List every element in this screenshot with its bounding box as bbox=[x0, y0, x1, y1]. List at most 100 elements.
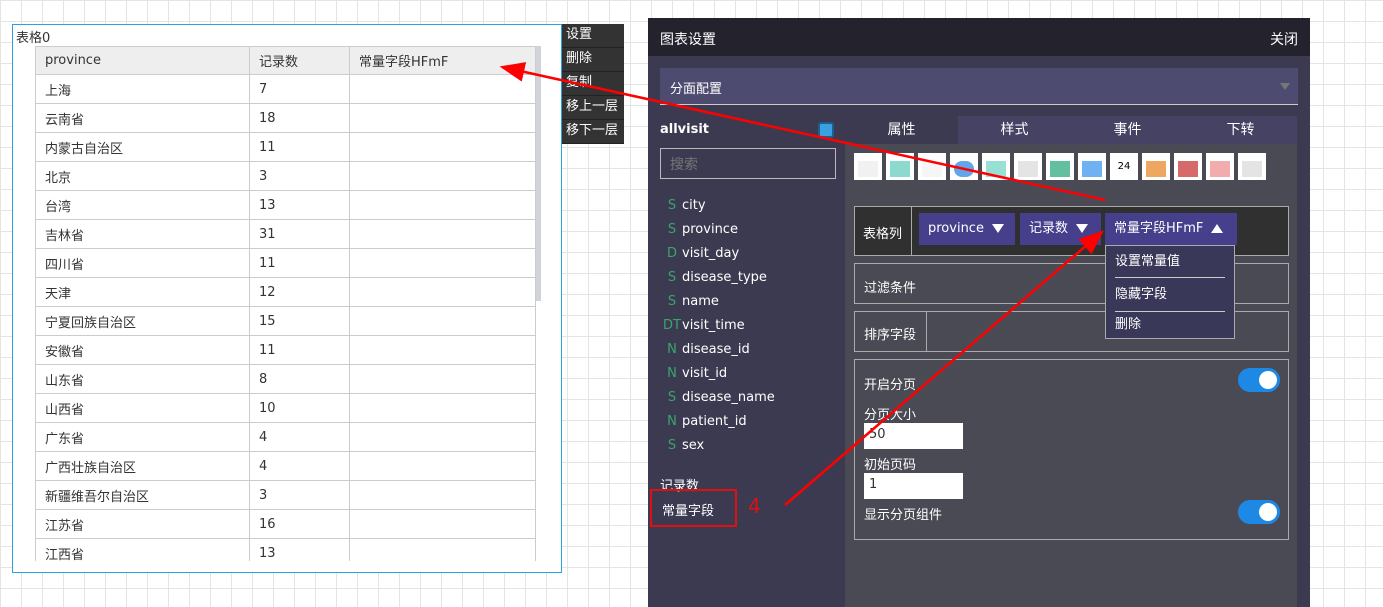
cell-constant bbox=[349, 509, 536, 539]
cell-province: 新疆维吾尔自治区 bbox=[35, 480, 250, 510]
dataset-switch-icon[interactable] bbox=[818, 122, 834, 138]
field-name: visit_time bbox=[682, 318, 745, 333]
table-row[interactable]: 上海 7 bbox=[35, 74, 536, 104]
cell-province: 四川省 bbox=[35, 248, 250, 278]
column-header[interactable]: province bbox=[35, 46, 250, 75]
field-item[interactable]: Sname bbox=[662, 294, 719, 309]
table-row[interactable]: 山西省 10 bbox=[35, 393, 536, 423]
chart-thumb-icon bbox=[890, 161, 910, 177]
chart-type-thumb[interactable] bbox=[1142, 153, 1170, 180]
column-chip-count[interactable]: 记录数 bbox=[1020, 213, 1101, 245]
search-input[interactable] bbox=[660, 148, 836, 179]
field-item[interactable]: Sdisease_name bbox=[662, 390, 775, 405]
menu-item-hide-field[interactable]: 隐藏字段 bbox=[1115, 278, 1225, 312]
dataset-name: allvisit bbox=[660, 122, 710, 137]
cell-constant bbox=[349, 219, 536, 249]
start-page-input[interactable]: 1 bbox=[864, 473, 963, 499]
field-item[interactable]: Nvisit_id bbox=[662, 366, 727, 381]
table-row[interactable]: 新疆维吾尔自治区 3 bbox=[35, 480, 536, 510]
chart-type-thumb[interactable]: 24 bbox=[1110, 153, 1138, 180]
chart-type-thumb[interactable] bbox=[1046, 153, 1074, 180]
field-type: DT bbox=[663, 318, 681, 333]
field-name: province bbox=[682, 222, 738, 237]
cell-count: 11 bbox=[249, 335, 350, 365]
menu-item-set-constant[interactable]: 设置常量值 bbox=[1115, 246, 1225, 278]
cell-constant bbox=[349, 364, 536, 394]
facet-config-dropdown[interactable]: 分面配置 bbox=[660, 68, 1298, 105]
field-item[interactable]: Sdisease_type bbox=[662, 270, 767, 285]
table-row[interactable]: 江苏省 16 bbox=[35, 509, 536, 539]
show-pager-toggle[interactable] bbox=[1238, 500, 1280, 524]
table-row[interactable]: 广西壮族自治区 4 bbox=[35, 451, 536, 481]
cell-count: 10 bbox=[249, 393, 350, 423]
field-item[interactable]: Npatient_id bbox=[662, 414, 747, 429]
table-row[interactable]: 内蒙古自治区 11 bbox=[35, 132, 536, 162]
field-item[interactable]: Dvisit_day bbox=[662, 246, 739, 261]
table-row[interactable]: 山东省 8 bbox=[35, 364, 536, 394]
chart-type-thumb[interactable] bbox=[1238, 153, 1266, 180]
menu-item-copy[interactable]: 复制 bbox=[562, 72, 624, 96]
column-chip-province[interactable]: province bbox=[919, 213, 1015, 245]
field-item[interactable]: Ndisease_id bbox=[662, 342, 750, 357]
table-columns-label: 表格列 bbox=[855, 207, 912, 255]
chart-type-thumb[interactable] bbox=[1206, 153, 1234, 180]
tab-drilldown[interactable]: 下转 bbox=[1184, 116, 1297, 144]
cell-count: 12 bbox=[249, 277, 350, 307]
cell-constant bbox=[349, 422, 536, 452]
table-row[interactable]: 吉林省 31 bbox=[35, 219, 536, 249]
scrollbar[interactable] bbox=[536, 46, 541, 301]
data-table: province 记录数 常量字段HFmF 上海 7 云南省 18 内蒙古自治区 11 北京… bbox=[35, 46, 536, 561]
table-widget[interactable]: 表格0 province 记录数 常量字段HFmF 上海 7 云南省 18 内蒙古自治区… bbox=[12, 24, 562, 573]
chart-type-thumb[interactable] bbox=[1014, 153, 1042, 180]
cell-count: 15 bbox=[249, 306, 350, 336]
field-item[interactable]: Sprovince bbox=[662, 222, 738, 237]
chart-type-thumb[interactable] bbox=[950, 153, 978, 180]
table-row[interactable]: 北京 3 bbox=[35, 161, 536, 191]
cell-province: 内蒙古自治区 bbox=[35, 132, 250, 162]
filter-label: 过滤条件 bbox=[864, 281, 917, 296]
table-row[interactable]: 四川省 11 bbox=[35, 248, 536, 278]
chart-thumb-icon bbox=[922, 161, 942, 177]
page-size-input[interactable]: 50 bbox=[864, 423, 963, 449]
paging-toggle[interactable] bbox=[1238, 368, 1280, 392]
tab-events[interactable]: 事件 bbox=[1071, 116, 1184, 144]
field-name: disease_name bbox=[682, 390, 775, 405]
table-row[interactable]: 江西省 13 bbox=[35, 538, 536, 561]
table-row[interactable]: 宁夏回族自治区 15 bbox=[35, 306, 536, 336]
tab-properties[interactable]: 属性 bbox=[845, 116, 958, 144]
field-type: S bbox=[667, 222, 677, 237]
chart-type-thumb[interactable] bbox=[982, 153, 1010, 180]
chart-type-thumb[interactable] bbox=[1078, 153, 1106, 180]
constant-field[interactable]: 常量字段 bbox=[650, 489, 737, 527]
field-item[interactable]: DTvisit_time bbox=[662, 318, 745, 333]
table-row[interactable]: 天津 12 bbox=[35, 277, 536, 307]
menu-item-delete[interactable]: 删除 bbox=[562, 48, 624, 72]
chart-type-thumb[interactable] bbox=[918, 153, 946, 180]
column-header[interactable]: 常量字段HFmF bbox=[349, 46, 536, 75]
table-row[interactable]: 台湾 13 bbox=[35, 190, 536, 220]
table-row[interactable]: 广东省 4 bbox=[35, 422, 536, 452]
field-name: patient_id bbox=[682, 414, 747, 429]
menu-item-delete-column[interactable]: 删除 bbox=[1115, 312, 1225, 338]
cell-count: 11 bbox=[249, 132, 350, 162]
menu-item-settings[interactable]: 设置 bbox=[562, 24, 624, 48]
cell-province: 吉林省 bbox=[35, 219, 250, 249]
chevron-down-icon bbox=[1280, 83, 1290, 90]
table-row[interactable]: 云南省 18 bbox=[35, 103, 536, 133]
chart-type-thumb[interactable] bbox=[886, 153, 914, 180]
field-item[interactable]: Ssex bbox=[662, 438, 704, 453]
column-chip-constant[interactable]: 常量字段HFmF bbox=[1105, 213, 1237, 245]
chart-thumb-icon bbox=[1242, 161, 1262, 177]
chart-type-thumb[interactable] bbox=[1174, 153, 1202, 180]
cell-count: 3 bbox=[249, 161, 350, 191]
close-button[interactable]: 关闭 bbox=[1270, 29, 1298, 49]
menu-item-move-up[interactable]: 移上一层 bbox=[562, 96, 624, 120]
table-row[interactable]: 安徽省 11 bbox=[35, 335, 536, 365]
chart-type-thumb[interactable] bbox=[854, 153, 882, 180]
field-item[interactable]: Scity bbox=[662, 198, 706, 213]
menu-item-move-down[interactable]: 移下一层 bbox=[562, 120, 624, 144]
column-header[interactable]: 记录数 bbox=[249, 46, 350, 75]
facet-label: 分面配置 bbox=[670, 82, 723, 97]
page-size-label: 分页大小 bbox=[864, 408, 917, 423]
tab-style[interactable]: 样式 bbox=[958, 116, 1071, 144]
